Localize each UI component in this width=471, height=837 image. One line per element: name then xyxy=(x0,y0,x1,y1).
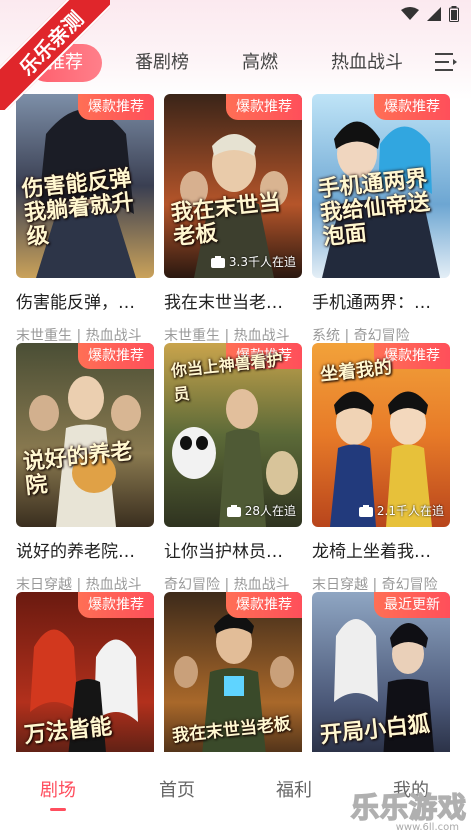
cover-title: 伤害能反弹 我躺着就升级 xyxy=(20,166,136,251)
follower-count: 2.1千人在追 xyxy=(358,502,444,519)
follower-text: 2.1千人在追 xyxy=(376,504,444,518)
drama-grid: 爆款推荐 伤害能反弹 我躺着就升级 伤害能反弹，… 末世重生 | 热血战斗 爆款… xyxy=(0,92,471,752)
drama-cover[interactable]: 爆款推荐 我在末世当老板 xyxy=(164,592,302,752)
card-title: 让你当护林员… xyxy=(164,542,283,562)
follower-count: 3.3千人在追 xyxy=(210,253,296,270)
ribbon-text: 乐乐亲测 xyxy=(0,0,110,110)
drama-card[interactable]: 爆款推荐 万法皆能 xyxy=(16,592,154,752)
card-tags: 末世重生 | 热血战斗 xyxy=(16,328,142,344)
tab-anime-ranking[interactable]: 番剧榜 xyxy=(126,44,198,82)
badge-label: 爆款推荐 xyxy=(78,343,154,369)
drama-cover[interactable]: 爆款推荐 万法皆能 xyxy=(16,592,154,752)
badge-label: 爆款推荐 xyxy=(226,592,302,618)
drama-cover[interactable]: 爆款推荐 你当上神兽看护员 28人在追 xyxy=(164,343,302,527)
card-title: 龙椅上坐着我… xyxy=(312,542,431,562)
follower-text: 3.3千人在追 xyxy=(228,255,296,269)
nav-theater[interactable]: 剧场 xyxy=(18,776,98,802)
watermark-text: 乐乐游戏 xyxy=(350,790,468,825)
battery-icon xyxy=(449,6,459,22)
drama-card[interactable]: 最近更新 开局小白狐 xyxy=(312,592,450,752)
cover-image xyxy=(16,343,154,527)
drama-cover[interactable]: 爆款推荐 伤害能反弹 我躺着就升级 xyxy=(16,94,154,278)
nav-home[interactable]: 首页 xyxy=(137,776,217,802)
card-title: 伤害能反弹，… xyxy=(16,293,135,313)
card-tags: 奇幻冒险 | 热血战斗 xyxy=(164,577,290,593)
follow-icon xyxy=(226,504,241,517)
drama-card[interactable]: 爆款推荐 坐着我的 2.1千人在追 龙椅上坐着我… 末日穿越 | 奇幻冒险 xyxy=(312,343,450,594)
corner-ribbon: 乐乐亲测 xyxy=(0,0,110,110)
card-tags: 末世重生 | 热血战斗 xyxy=(164,328,290,344)
follower-text: 28人在追 xyxy=(244,504,296,518)
drama-card[interactable]: 爆款推荐 手机通两界 我给仙帝送泡面 手机通两界：… 系统 | 奇幻冒险 xyxy=(312,94,450,345)
drama-cover[interactable]: 爆款推荐 我在末世当老板 3.3千人在追 xyxy=(164,94,302,278)
drama-card[interactable]: 爆款推荐 说好的养老院 说好的养老院… 末日穿越 | 热血战斗 xyxy=(16,343,154,594)
drama-card[interactable]: 爆款推荐 你当上神兽看护员 28人在追 让你当护林员… 奇幻冒险 | 热血战斗 xyxy=(164,343,302,594)
nav-active-indicator xyxy=(50,808,66,811)
site-watermark: 乐乐游戏 www.6ll.com xyxy=(350,786,468,836)
badge-label: 最近更新 xyxy=(374,592,450,618)
card-tags: 末日穿越 | 奇幻冒险 xyxy=(312,577,438,593)
card-title: 我在末世当老… xyxy=(164,293,283,313)
cover-image xyxy=(164,94,302,278)
signal-icon xyxy=(427,7,441,21)
badge-label: 爆款推荐 xyxy=(226,94,302,120)
cover-title: 手机通两界 我给仙帝送泡面 xyxy=(316,166,432,251)
badge-label: 爆款推荐 xyxy=(374,94,450,120)
drama-cover[interactable]: 爆款推荐 手机通两界 我给仙帝送泡面 xyxy=(312,94,450,278)
card-title: 说好的养老院… xyxy=(16,542,135,562)
drama-cover[interactable]: 爆款推荐 说好的养老院 xyxy=(16,343,154,527)
drama-card[interactable]: 爆款推荐 我在末世当老板 3.3千人在追 我在末世当老… 末世重生 | 热血战斗 xyxy=(164,94,302,345)
follower-count: 28人在追 xyxy=(226,502,296,519)
tab-hot-battle[interactable]: 热血战斗 xyxy=(322,44,412,82)
follow-icon xyxy=(210,255,225,268)
card-tags: 系统 | 奇幻冒险 xyxy=(312,328,410,344)
drama-cover[interactable]: 最近更新 开局小白狐 xyxy=(312,592,450,752)
drama-cover[interactable]: 爆款推荐 坐着我的 2.1千人在追 xyxy=(312,343,450,527)
badge-label: 爆款推荐 xyxy=(78,592,154,618)
menu-icon[interactable] xyxy=(433,50,459,74)
card-title: 手机通两界：… xyxy=(312,293,431,313)
follow-icon xyxy=(358,504,373,517)
nav-welfare[interactable]: 福利 xyxy=(254,776,334,802)
drama-card[interactable]: 爆款推荐 我在末世当老板 xyxy=(164,592,302,752)
card-tags: 末日穿越 | 热血战斗 xyxy=(16,577,142,593)
wifi-icon xyxy=(401,7,419,20)
tab-intense[interactable]: 高燃 xyxy=(230,44,290,82)
drama-card[interactable]: 爆款推荐 伤害能反弹 我躺着就升级 伤害能反弹，… 末世重生 | 热血战斗 xyxy=(16,94,154,345)
